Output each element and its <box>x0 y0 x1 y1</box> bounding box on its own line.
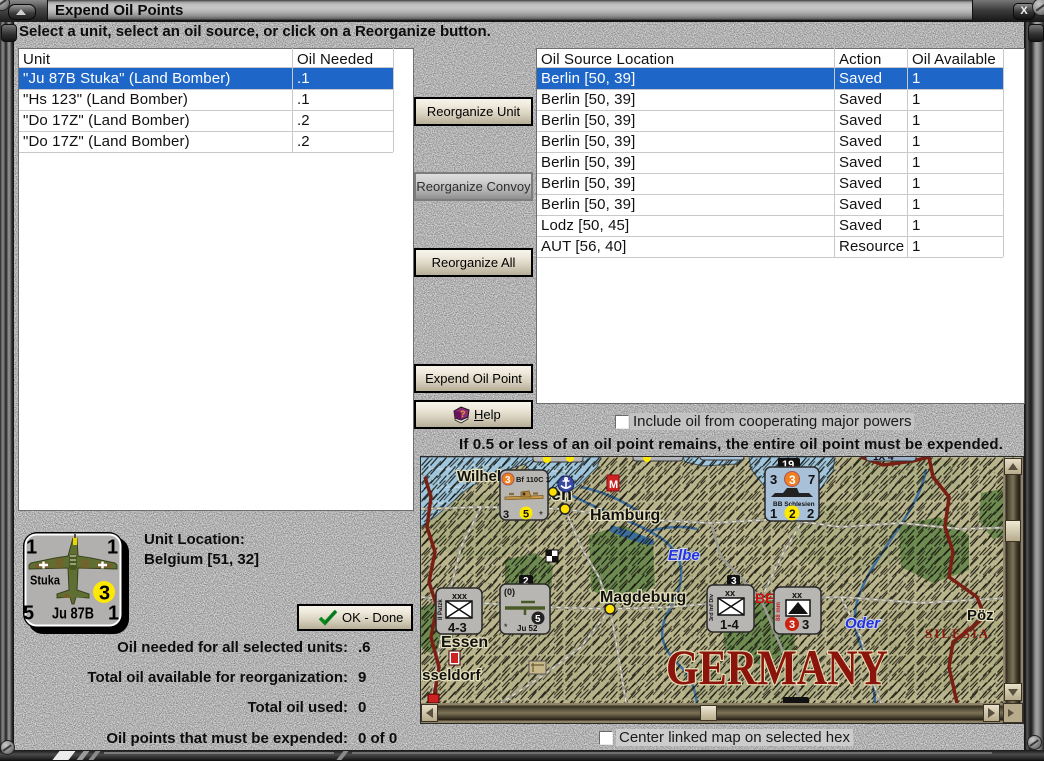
svg-text:4-3: 4-3 <box>448 620 467 635</box>
svg-text:II Patzk: II Patzk <box>438 599 444 620</box>
svg-text:*: * <box>504 622 508 632</box>
svg-text:GERMANY: GERMANY <box>666 639 888 695</box>
svg-text:1: 1 <box>107 537 118 559</box>
svg-text:1: 1 <box>770 506 777 521</box>
svg-text:Pöz: Pöz <box>967 607 994 624</box>
svg-text:xx: xx <box>792 590 802 600</box>
svg-text:(0): (0) <box>504 587 515 597</box>
svg-text:Magdeburg: Magdeburg <box>600 589 686 606</box>
svg-text:3: 3 <box>99 583 110 605</box>
svg-text:88 mm: 88 mm <box>776 602 782 621</box>
svg-text:3: 3 <box>503 509 509 521</box>
svg-text:*: * <box>539 510 543 521</box>
svg-text:Oder: Oder <box>845 615 881 632</box>
svg-text:?: ? <box>460 409 466 419</box>
svg-text:Essen: Essen <box>441 634 488 651</box>
svg-text:Ju 52: Ju 52 <box>517 624 538 633</box>
svg-text:xxx: xxx <box>452 591 467 601</box>
svg-text:3: 3 <box>505 475 511 486</box>
svg-text:7: 7 <box>808 472 815 487</box>
svg-text:2: 2 <box>789 507 796 521</box>
svg-text:Ju 87B: Ju 87B <box>52 606 94 623</box>
svg-text:üsseldorf: üsseldorf <box>421 667 482 684</box>
svg-text:2: 2 <box>807 506 814 521</box>
svg-text:5: 5 <box>23 603 34 625</box>
svg-text:3: 3 <box>802 617 809 632</box>
svg-text:Elbe: Elbe <box>668 547 700 564</box>
svg-text:3: 3 <box>789 619 795 631</box>
svg-text:M: M <box>609 479 618 491</box>
svg-text:1: 1 <box>26 537 37 559</box>
svg-text:BE: BE <box>755 590 774 606</box>
svg-text:1: 1 <box>108 603 119 625</box>
svg-text:3rd Inf Div: 3rd Inf Div <box>709 593 715 621</box>
svg-text:1X 4: 1X 4 <box>873 457 894 463</box>
svg-text:Bf 110C 1: Bf 110C 1 <box>516 475 550 484</box>
svg-text:xx: xx <box>725 588 735 598</box>
svg-text:5: 5 <box>523 509 529 521</box>
svg-text:1-4: 1-4 <box>720 617 740 632</box>
svg-text:3: 3 <box>770 472 777 487</box>
svg-text:SILESIA: SILESIA <box>925 626 990 641</box>
svg-text:Hamburg: Hamburg <box>590 507 660 524</box>
svg-text:Stuka: Stuka <box>30 573 61 588</box>
svg-text:3: 3 <box>789 473 796 487</box>
